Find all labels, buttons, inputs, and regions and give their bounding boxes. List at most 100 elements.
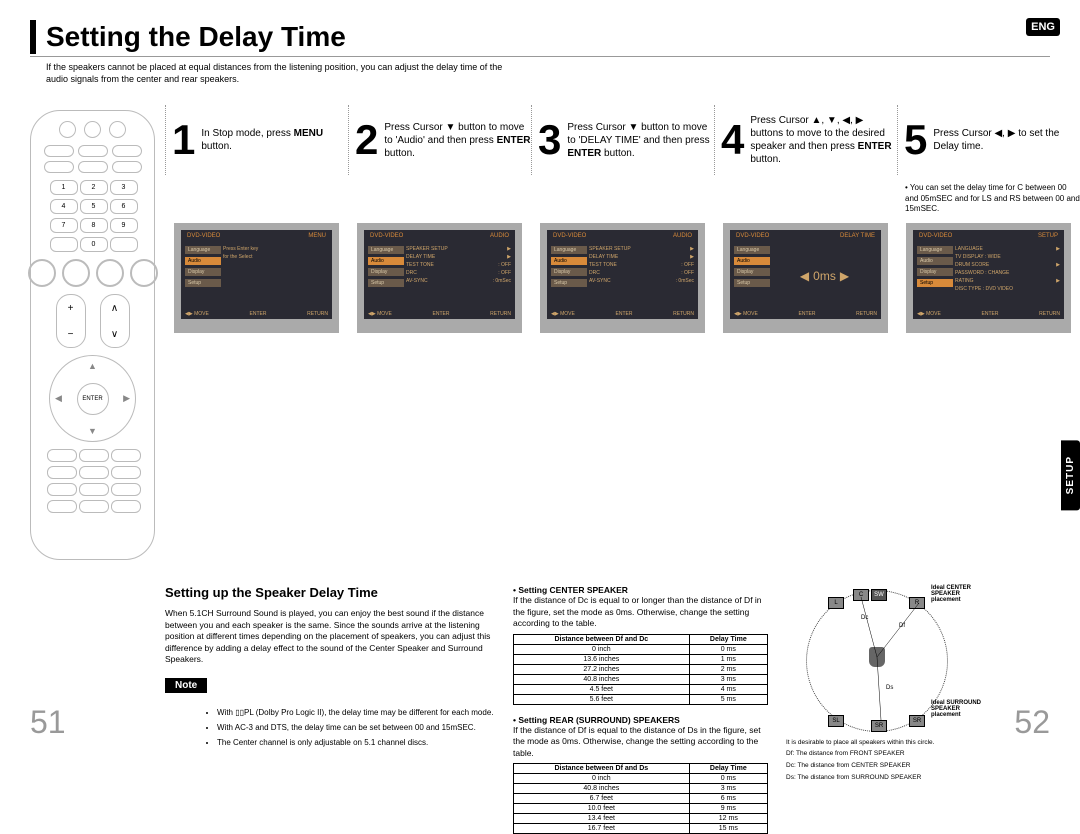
screen-bottom: ENTER	[433, 311, 450, 317]
screen-title: DELAY TIME	[840, 233, 875, 239]
table-cell: 40.8 inches	[514, 784, 690, 794]
screen-big-value: ◀ 0ms ▶	[772, 246, 877, 306]
table-cell: 15 ms	[689, 824, 767, 834]
num-3: 3	[110, 180, 138, 195]
screen-4: DVD-VIDEO DELAY TIME Language Audio Disp…	[723, 223, 888, 333]
screen-side-item: Language	[368, 246, 404, 254]
remote-pill	[79, 449, 109, 462]
remote-pill	[111, 449, 141, 462]
step-pre: In Stop mode, press	[201, 128, 293, 139]
screen-bottom: ENTER	[250, 311, 267, 317]
screen-line: TV DISPLAY : WIDE	[955, 254, 1060, 260]
screen-side-item: Display	[368, 268, 404, 276]
screen-side-item: Display	[185, 268, 221, 276]
step-bold: ENTER	[858, 141, 892, 152]
df-note: Df: The distance from FRONT SPEAKER	[786, 750, 986, 758]
step-number: 2	[355, 119, 378, 161]
table-cell: 0 ms	[689, 644, 767, 654]
table-cell: 0 inch	[514, 644, 690, 654]
screen-side-item: Audio	[185, 257, 221, 265]
num-4: 4	[50, 199, 78, 214]
remote-pill	[44, 161, 74, 173]
screen-bottom: ◀▶ MOVE	[917, 311, 941, 317]
screen-top: DVD-VIDEO	[553, 233, 586, 239]
table-header: Distance between Df and Ds	[514, 764, 690, 774]
table-cell: 27.2 inches	[514, 664, 690, 674]
screen-bottom: ◀▶ MOVE	[185, 311, 209, 317]
remote-pill	[111, 500, 141, 513]
screen-side-item: Setup	[917, 279, 953, 287]
num-8: 8	[80, 218, 108, 233]
remote-pill	[44, 145, 74, 157]
step-1: 1 In Stop mode, press MENU button. DVD-V…	[165, 105, 348, 333]
page-number-left: 51	[30, 704, 66, 741]
screen-line: AV-SYNC: 0mSec	[589, 278, 694, 284]
remote-pill	[112, 161, 142, 173]
intro-text: If the speakers cannot be placed at equa…	[46, 62, 516, 85]
label-dc: Dc	[861, 615, 868, 621]
open-close-icon	[84, 121, 101, 138]
step-bold: ENTER	[567, 148, 601, 159]
screen-line: TEST TONE: OFF	[406, 262, 511, 268]
screen-title: MENU	[308, 233, 326, 239]
screen-side-item: Setup	[551, 279, 587, 287]
note-item: With ▯▯PL (Dolby Pro Logic II), the dela…	[217, 707, 495, 719]
table-header: Delay Time	[689, 764, 767, 774]
power-icon	[59, 121, 76, 138]
remote-pill	[79, 466, 109, 479]
step-number: 5	[904, 119, 927, 161]
remote-pill	[47, 483, 77, 496]
screen-bottom: ◀▶ MOVE	[368, 311, 392, 317]
rear-speaker-text: If the distance of Df is equal to the di…	[513, 725, 768, 759]
remote-pill	[50, 237, 78, 252]
table-cell: 40.8 inches	[514, 674, 690, 684]
next-icon	[130, 259, 158, 287]
cursor-down-icon: ▼	[88, 426, 97, 436]
center-speaker-head: • Setting CENTER SPEAKER	[513, 585, 768, 595]
screen-top: DVD-VIDEO	[736, 233, 769, 239]
label-ds: Ds	[886, 685, 893, 691]
screen-side-item: Audio	[368, 257, 404, 265]
remote-pill	[78, 161, 108, 173]
remote-pill	[110, 237, 138, 252]
step-pre: Press Cursor ▼ button to move to 'DELAY …	[567, 122, 709, 146]
screen-line: DISC TYPE : DVD VIDEO	[955, 286, 1060, 292]
step-number: 4	[721, 119, 744, 161]
screen-1: DVD-VIDEO MENU Language Audio Display Se…	[174, 223, 339, 333]
table-cell: 10.0 feet	[514, 804, 690, 814]
num-2: 2	[80, 180, 108, 195]
note-list: With ▯▯PL (Dolby Pro Logic II), the dela…	[165, 707, 495, 749]
screen-bottom: RETURN	[673, 311, 694, 317]
step-text: Press Cursor ▼ button to move to 'DELAY …	[567, 121, 714, 160]
remote-pill	[47, 500, 77, 513]
screen-bottom: RETURN	[1039, 311, 1060, 317]
remote-pill	[111, 466, 141, 479]
step-post: button.	[601, 148, 634, 159]
screen-side-item: Display	[551, 268, 587, 276]
screen-line: TEST TONE: OFF	[589, 262, 694, 268]
table-cell: 5 ms	[689, 694, 767, 704]
screen-title: AUDIO	[490, 233, 509, 239]
page-number-right: 52	[1014, 704, 1050, 741]
table-cell: 0 ms	[689, 774, 767, 784]
screen-line: DRC: OFF	[589, 270, 694, 276]
screen-bottom: ◀▶ MOVE	[551, 311, 575, 317]
screen-line: DRUM SCORE▶	[955, 262, 1060, 268]
body-text: When 5.1CH Surround Sound is played, you…	[165, 608, 495, 665]
cursor-right-icon: ▶	[123, 393, 130, 404]
rear-speaker-head: • Setting REAR (SURROUND) SPEAKERS	[513, 715, 768, 725]
prev-icon	[28, 259, 56, 287]
note-item: With AC-3 and DTS, the delay time can be…	[217, 722, 495, 734]
remote-pill	[47, 449, 77, 462]
screen-bottom: ENTER	[799, 311, 816, 317]
tuning-button: ∧∨	[100, 294, 130, 348]
step-bold: ENTER	[497, 135, 531, 146]
screen-title: AUDIO	[673, 233, 692, 239]
remote-pill	[78, 145, 108, 157]
screen-line: DRC: OFF	[406, 270, 511, 276]
step-5: 5 Press Cursor ◀, ▶ to set the Delay tim…	[897, 105, 1080, 333]
table-cell: 13.4 feet	[514, 814, 690, 824]
num-6: 6	[110, 199, 138, 214]
screen-2: DVD-VIDEO AUDIO Language Audio Display S…	[357, 223, 522, 333]
cursor-up-icon: ▲	[88, 361, 97, 371]
